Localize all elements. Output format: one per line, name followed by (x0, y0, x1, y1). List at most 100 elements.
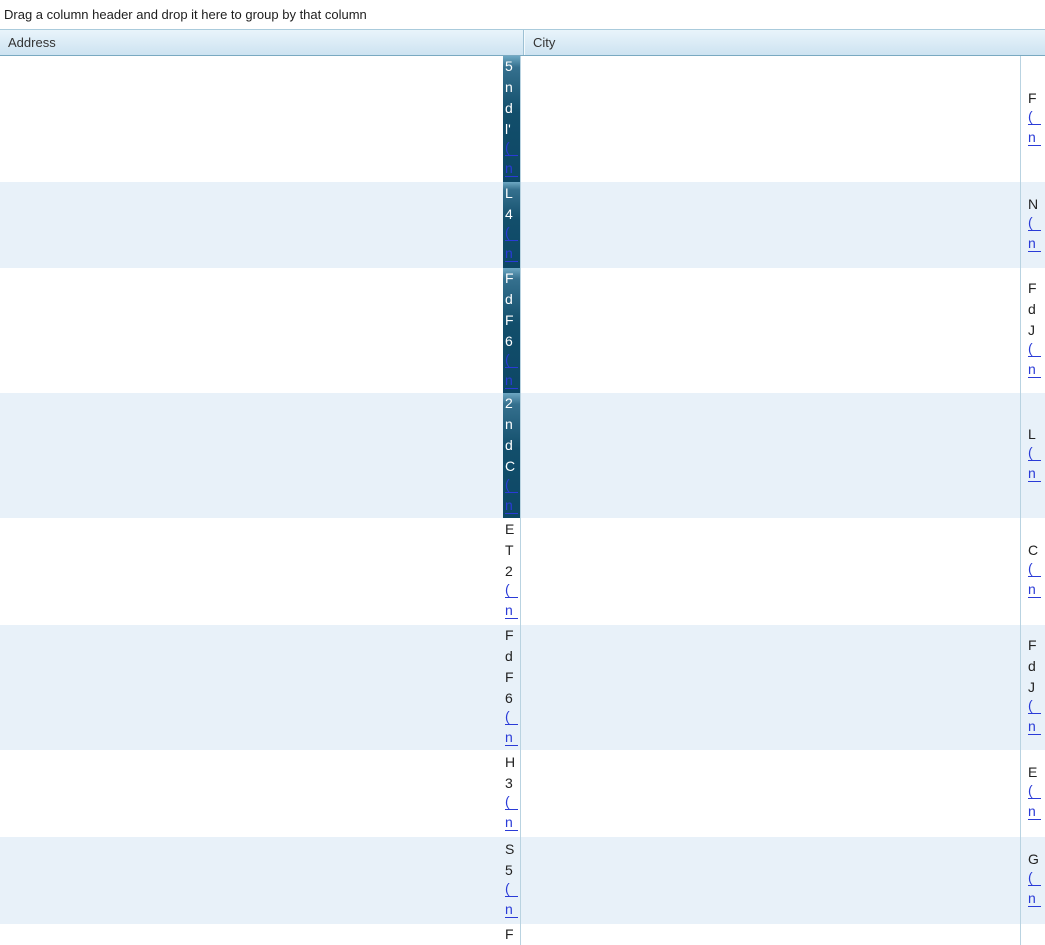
address-cell-fragment-link[interactable]: ( (505, 352, 518, 368)
city-cell-fragment-line: d (1028, 299, 1045, 320)
city-cell-fragment-line: G (1028, 849, 1045, 870)
address-cell-fragment-link[interactable]: ( (505, 582, 518, 598)
address-cell-fragment-link[interactable]: ( (505, 225, 518, 241)
address-cell-fragment: E T 2 (n (503, 518, 520, 625)
address-cell-fragment-text: n (505, 415, 513, 432)
address-cell-fragment-link[interactable]: ( (505, 140, 518, 156)
city-cell-fragment-link[interactable]: ( (1028, 215, 1041, 231)
city-cell-fragment-link[interactable]: ( (1028, 109, 1041, 125)
address-cell-fragment-link[interactable]: n (505, 498, 518, 514)
address-cell-fragment-text: F (505, 668, 514, 685)
address-cell-fragment-text: F (505, 626, 514, 643)
address-cell-fragment-line: d (505, 646, 520, 667)
city-cell-fragment-link[interactable]: n (1028, 130, 1041, 146)
group-drop-zone-label: Drag a column header and drop it here to… (4, 7, 367, 22)
address-cell-fragment-line: ( (505, 477, 520, 498)
column-header-address-label: Address (8, 35, 56, 50)
address-cell-fragment-text: d (505, 436, 513, 453)
address-cell-fragment-line: F (505, 924, 520, 945)
address-cell-fragment-line: H (505, 752, 520, 773)
table-row[interactable]: H 3 (n E (n (0, 750, 1045, 837)
table-row[interactable]: Fd F 6(n Fd J(n (0, 268, 1045, 393)
address-cell-fragment: 2 n d C(n (503, 393, 520, 518)
address-cell-fragment-line: 5 (505, 860, 520, 881)
city-cell-fragment-link[interactable]: ( (1028, 870, 1041, 886)
city-cell-fragment: L ( n (1028, 393, 1045, 518)
column-headers: Address City (0, 29, 1045, 56)
address-cell-fragment-link[interactable]: n (505, 373, 518, 389)
address-cell-fragment-text: L (505, 185, 513, 201)
column-header-address[interactable]: Address (0, 30, 523, 55)
city-cell-fragment-link[interactable]: ( (1028, 698, 1041, 714)
city-cell-fragment: Fd J (n (1028, 268, 1045, 393)
city-cell-fragment-line: n (1028, 466, 1045, 487)
address-cell-fragment-link[interactable]: n (505, 246, 518, 262)
city-cell-fragment-line: d (1028, 656, 1045, 677)
city-cell-fragment-text: F (1028, 637, 1037, 653)
city-cell-fragment-link[interactable]: ( (1028, 783, 1041, 799)
address-cell-fragment-link[interactable]: n (505, 603, 518, 619)
city-cell-fragment-link[interactable]: n (1028, 236, 1041, 252)
address-cell-fragment-text: 6 (505, 332, 513, 349)
table-row[interactable]: Fd F 6(n Fd J(n (0, 625, 1045, 750)
address-cell-fragment-line: ( (505, 352, 520, 373)
city-cell-fragment-text: d (1028, 658, 1036, 674)
city-cell-fragment-line: n (1028, 130, 1045, 151)
city-cell-fragment-text: G (1028, 851, 1039, 867)
city-cell-fragment-link[interactable]: ( (1028, 445, 1041, 461)
grid-body: 5 n d l'(n F(n L 4(n N(n Fd F 6(n Fd J(n 2 n d C(n L(n E T 2… (0, 56, 1045, 945)
address-cell-fragment-line: ( (505, 582, 520, 603)
city-cell-fragment-link[interactable]: n (1028, 362, 1041, 378)
address-cell-fragment-line: ( (505, 709, 520, 730)
address-cell-fragment-line: n (505, 603, 520, 624)
city-cell-fragment-link[interactable]: n (1028, 804, 1041, 820)
address-cell-fragment-link[interactable]: ( (505, 709, 518, 725)
address-cell-fragment-link[interactable]: ( (505, 881, 518, 897)
address-cell-fragment-link[interactable]: ( (505, 477, 518, 493)
city-cell-fragment-line: n (1028, 719, 1045, 740)
city-cell-fragment-link[interactable]: n (1028, 582, 1041, 598)
address-cell-fragment: L 4 ( n (503, 182, 520, 268)
column-header-city[interactable]: City (525, 30, 1045, 55)
city-cell-fragment: N (n (1028, 182, 1045, 268)
address-cell-fragment-text: S (505, 840, 515, 857)
address-cell-fragment: F (503, 924, 520, 945)
address-cell-fragment-line: n (505, 902, 520, 923)
city-cell-fragment-line: E (1028, 762, 1045, 783)
city-cell-fragment-line: J (1028, 320, 1045, 341)
city-cell-fragment-link[interactable]: n (1028, 719, 1041, 735)
address-cell-fragment-text: 2 (505, 563, 513, 579)
address-cell-fragment-text: d (505, 290, 513, 307)
address-cell-fragment-link[interactable]: ( (505, 794, 518, 810)
city-cell-fragment-text: J (1028, 679, 1035, 695)
table-row[interactable]: E T 2 (n C (n (0, 518, 1045, 625)
group-drop-zone[interactable]: Drag a column header and drop it here to… (0, 0, 1045, 29)
address-cell-fragment-text: 6 (505, 689, 513, 706)
city-cell-fragment: C (n (1028, 518, 1045, 625)
address-cell-fragment-line: ( (505, 881, 520, 902)
address-cell-fragment-line: E (505, 519, 520, 540)
address-cell-fragment-link[interactable]: n (505, 730, 518, 746)
address-cell-fragment-text: 4 (505, 206, 513, 222)
table-row[interactable]: 2 n d C(n L(n (0, 393, 1045, 518)
data-grid: Drag a column header and drop it here to… (0, 0, 1045, 945)
address-cell-fragment-line: ( (505, 140, 520, 161)
table-row[interactable]: L 4 (n N (n (0, 182, 1045, 268)
city-cell-fragment-link[interactable]: n (1028, 891, 1041, 907)
city-cell-fragment-link[interactable]: n (1028, 466, 1041, 482)
address-cell-fragment-text: d (505, 647, 513, 664)
city-cell-fragment-line: ( (1028, 109, 1045, 130)
address-cell-fragment-link[interactable]: n (505, 815, 518, 831)
address-cell-fragment-text: l' (505, 121, 511, 137)
table-row[interactable]: S 5 (n G (n (0, 837, 1045, 924)
table-row[interactable]: 5 n d l'(n F(n (0, 56, 1045, 182)
table-row[interactable]: F (0, 924, 1045, 945)
city-cell-fragment-link[interactable]: ( (1028, 341, 1041, 357)
city-cell-fragment-line: L (1028, 424, 1045, 445)
city-cell-fragment-link[interactable]: ( (1028, 561, 1041, 577)
address-cell-fragment-line: F (505, 625, 520, 646)
address-cell-fragment-link[interactable]: n (505, 161, 518, 177)
column-header-city-label: City (533, 35, 556, 50)
address-cell-fragment-line: F (505, 667, 520, 688)
address-cell-fragment-link[interactable]: n (505, 902, 518, 918)
